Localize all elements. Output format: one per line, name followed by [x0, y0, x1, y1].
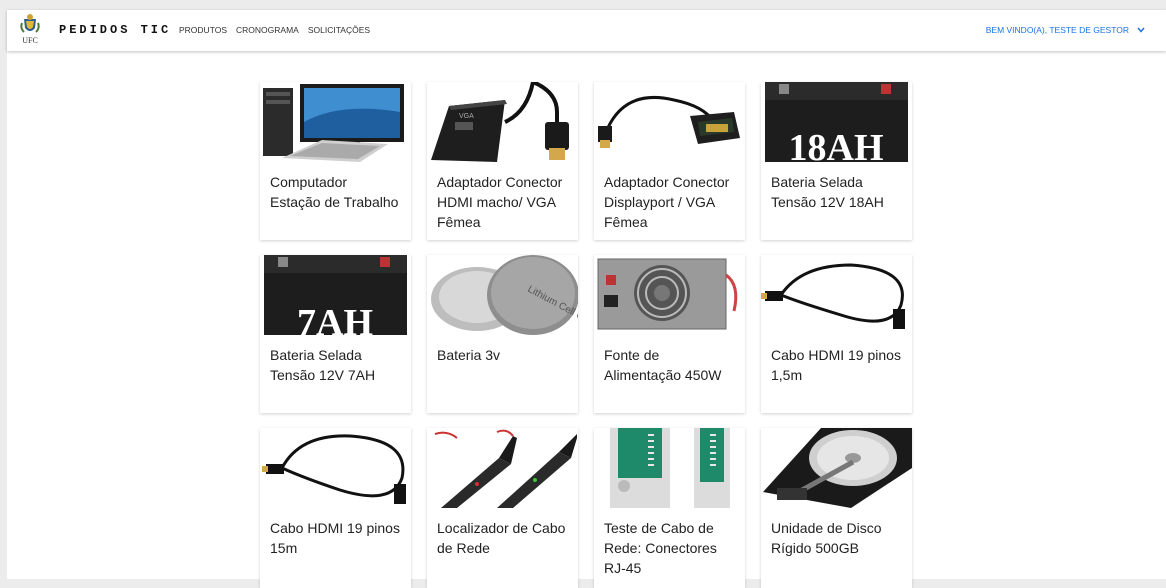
- app-title[interactable]: PEDIDOS TIC: [59, 23, 171, 37]
- product-title: Bateria Selada Tensão 12V 18AH: [771, 174, 884, 210]
- page: UFC PEDIDOS TIC PRODUTOS CRONOGRAMA SOLI…: [7, 10, 1166, 588]
- product-card[interactable]: VGA Adaptador Conector HDMI macho/ VGA F…: [427, 82, 578, 240]
- product-title: Computador Estação de Trabalho: [270, 174, 399, 210]
- product-title: Localizador de Cabo de Rede: [437, 520, 566, 556]
- nav-solicitacoes[interactable]: SOLICITAÇÕES: [308, 25, 370, 35]
- product-title: Unidade de Disco Rígido 500GB: [771, 520, 882, 556]
- logo-text: UFC: [22, 36, 38, 45]
- product-card[interactable]: Fonte de Alimentação 450W: [594, 255, 745, 413]
- nav-cronograma[interactable]: CRONOGRAMA: [236, 25, 299, 35]
- product-card[interactable]: Lithium Cell CR2032 3v Bateria 3v: [427, 255, 578, 413]
- product-title: Adaptador Conector Displayport / VGA Fêm…: [604, 174, 730, 230]
- top-navbar: UFC PEDIDOS TIC PRODUTOS CRONOGRAMA SOLI…: [7, 10, 1166, 51]
- coin-battery-icon: Lithium Cell CR2032 3v: [427, 255, 578, 335]
- displayport-vga-adapter-icon: [594, 82, 745, 162]
- product-title: Cabo HDMI 19 pinos 15m: [270, 520, 400, 556]
- chevron-down-icon: [1137, 27, 1145, 33]
- user-greeting: BEM VINDO(A), TESTE DE GESTOR: [985, 25, 1129, 35]
- nav-produtos[interactable]: PRODUTOS: [179, 25, 227, 35]
- ufc-emblem-icon: [20, 14, 40, 33]
- battery-icon: 18AH: [761, 82, 912, 162]
- product-card[interactable]: Cabo HDMI 19 pinos 15m: [260, 428, 411, 588]
- product-card[interactable]: Cabo HDMI 19 pinos 1,5m: [761, 255, 912, 413]
- cable-tester-icon: [594, 428, 745, 508]
- svg-text:7AH: 7AH: [297, 302, 373, 335]
- product-card[interactable]: Teste de Cabo de Rede: Conectores RJ-45: [594, 428, 745, 588]
- hdmi-cable-icon: [260, 428, 411, 508]
- ufc-logo[interactable]: UFC: [19, 13, 41, 47]
- product-card[interactable]: 18AH Bateria Selada Tensão 12V 18AH: [761, 82, 912, 240]
- main-nav: PRODUTOS CRONOGRAMA SOLICITAÇÕES: [179, 25, 370, 35]
- product-title: Bateria 3v: [437, 347, 501, 363]
- product-card[interactable]: Computador Estação de Trabalho: [260, 82, 411, 240]
- product-title: Cabo HDMI 19 pinos 1,5m: [771, 347, 901, 383]
- battery-icon: 7AH: [260, 255, 411, 335]
- product-title: Fonte de Alimentação 450W: [604, 347, 722, 383]
- svg-text:18AH: 18AH: [789, 127, 884, 162]
- hdmi-vga-adapter-icon: VGA: [427, 82, 578, 162]
- product-card[interactable]: Unidade de Disco Rígido 500GB: [761, 428, 912, 588]
- svg-text:VGA: VGA: [459, 113, 474, 120]
- product-card[interactable]: Adaptador Conector Displayport / VGA Fêm…: [594, 82, 745, 240]
- product-card[interactable]: 7AH Bateria Selada Tensão 12V 7AH: [260, 255, 411, 413]
- hdmi-cable-icon: [761, 255, 912, 335]
- power-supply-icon: [594, 255, 745, 335]
- product-card[interactable]: Localizador de Cabo de Rede: [427, 428, 578, 588]
- product-title: Bateria Selada Tensão 12V 7AH: [270, 347, 376, 383]
- desktop-computer-icon: [260, 82, 411, 162]
- cable-locator-icon: [427, 428, 578, 508]
- product-title: Teste de Cabo de Rede: Conectores RJ-45: [604, 520, 717, 576]
- user-menu-button[interactable]: BEM VINDO(A), TESTE DE GESTOR: [986, 25, 1145, 35]
- hard-disk-icon: [761, 428, 912, 508]
- product-title: Adaptador Conector HDMI macho/ VGA Fêmea: [437, 174, 563, 230]
